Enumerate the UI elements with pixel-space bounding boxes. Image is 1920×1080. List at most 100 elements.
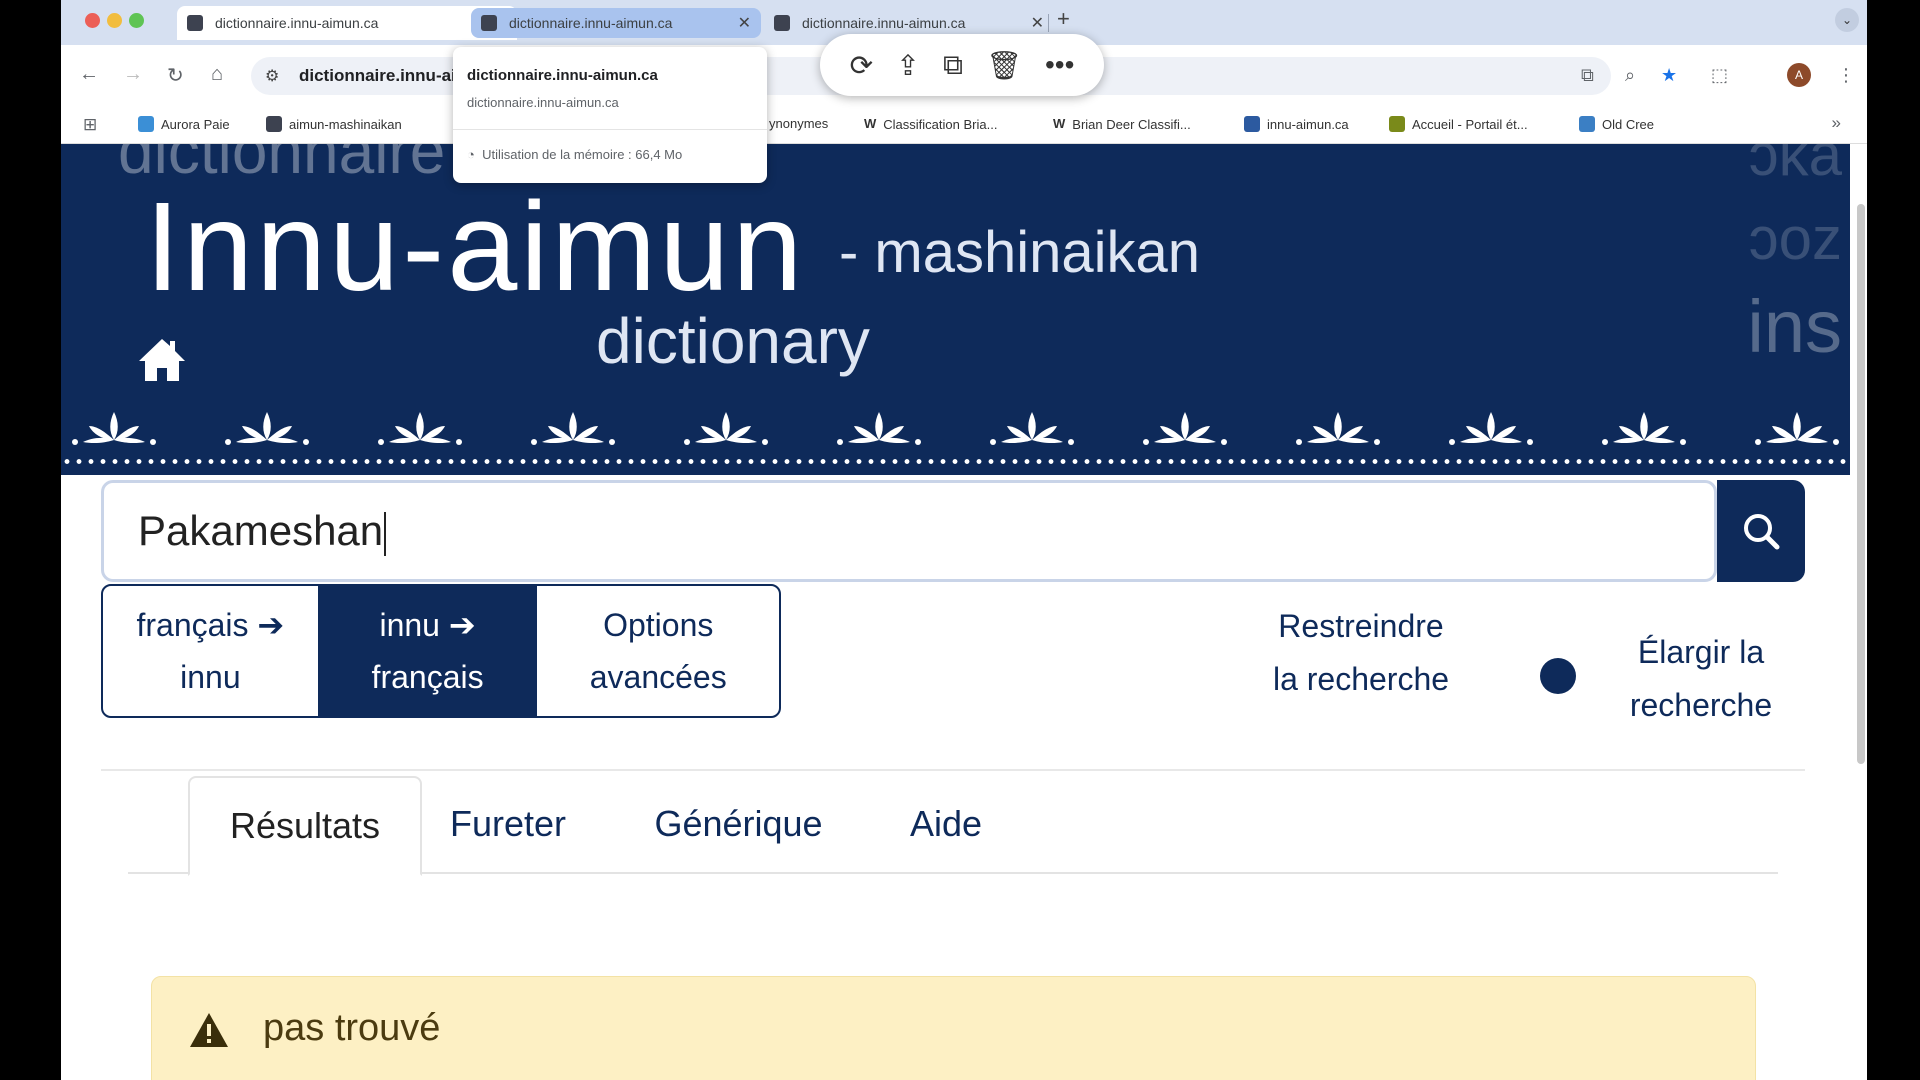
profile-avatar[interactable]: A (1787, 63, 1811, 87)
search-input[interactable]: Pakameshan (101, 480, 1717, 582)
text-caret (384, 511, 387, 556)
bookmark-item[interactable]: Accueil - Portail ét... (1389, 116, 1528, 132)
tab-fureter[interactable]: Fureter (438, 776, 578, 872)
home-icon[interactable]: ⌂ (211, 63, 223, 86)
advanced-options-button[interactable]: Options avancées (535, 586, 779, 716)
menu-kebab-icon[interactable]: ⋮ (1837, 65, 1855, 86)
bookmark-label: ynonymes (769, 116, 829, 131)
bookmark-item[interactable]: W Brian Deer Classifi... (1053, 116, 1191, 132)
zoom-window-button[interactable] (129, 13, 144, 28)
flower-motif-icon (684, 412, 768, 445)
hover-card-url: dictionnaire.innu-aimun.ca (467, 95, 619, 110)
trash-icon[interactable]: 🗑 (986, 49, 1022, 82)
bookmark-label: Old Cree (1602, 116, 1655, 132)
broaden-search-label[interactable]: Élargir la recherche (1601, 626, 1801, 732)
alert-message: pas trouvé (263, 1007, 441, 1049)
flower-motif-icon (1296, 412, 1380, 445)
extensions-icon[interactable]: ⬚ (1711, 65, 1728, 86)
mode-label: Options avancées (589, 607, 727, 695)
site-dictionary-word: dictionary (596, 305, 870, 377)
new-tab-button[interactable]: + (1057, 6, 1070, 32)
search-button[interactable] (1717, 480, 1805, 582)
mode-label: innu ➔ français (371, 607, 484, 695)
mode-innu-to-fr-button[interactable]: innu ➔ français (319, 586, 536, 716)
flower-motif-icon (225, 412, 309, 445)
close-tab-icon[interactable]: ✕ (738, 13, 751, 33)
more-bookmarks-icon[interactable]: » (1832, 113, 1841, 133)
flower-motif-icon (1449, 412, 1533, 445)
more-dots-icon[interactable]: ••• (1045, 49, 1074, 81)
bookmark-favicon-icon (1244, 116, 1260, 132)
tab-title: dictionnaire.innu-aimun.ca (802, 15, 966, 31)
home-icon[interactable] (137, 337, 187, 383)
mode-label: français ➔ innu (136, 607, 285, 695)
forward-arrow-icon[interactable]: → (123, 63, 143, 86)
warning-icon (190, 1013, 228, 1047)
browser-tab-2[interactable]: dictionnaire.innu-aimun.ca ✕ (471, 8, 761, 38)
not-found-alert: pas trouvé (151, 976, 1756, 1080)
bookmark-item[interactable]: Old Cree (1579, 116, 1654, 132)
header-ghost-text-right: ɔoz (1748, 205, 1842, 272)
header-ghost-text-right: ɔka (1748, 144, 1842, 188)
bookmark-label: Brian Deer Classifi... (1072, 116, 1191, 132)
reload-icon[interactable]: ↻ (167, 63, 184, 88)
flower-motif-icon (378, 412, 462, 445)
minimize-window-button[interactable] (107, 13, 122, 28)
flower-motif-icon (72, 412, 156, 445)
bookmark-item[interactable]: innu-aimun.ca (1244, 116, 1349, 132)
site-favicon-icon (481, 15, 497, 31)
results-tabs: Résultats Fureter Générique Aide (128, 776, 1778, 876)
close-tab-icon[interactable]: ✕ (1031, 13, 1044, 33)
tab-title: dictionnaire.innu-aimun.ca (509, 15, 673, 31)
beaded-border (61, 457, 1850, 466)
bookmarks-bar: ⊞ Aurora Paie aimun-mashinaikan ynonymes… (61, 105, 1867, 144)
flower-motif-icon (837, 412, 921, 445)
cast-icon[interactable]: ⧉ (1581, 65, 1594, 86)
browser-window: dictionnaire.innu-aimun.ca ✕ dictionnair… (61, 0, 1867, 1080)
close-window-button[interactable] (85, 13, 100, 28)
bookmark-label: Accueil - Portail ét... (1412, 116, 1528, 132)
site-subtitle: - mashinaikan (839, 220, 1201, 285)
duplicate-icon[interactable]: ⧉ (943, 49, 963, 82)
tab-generique[interactable]: Générique (646, 776, 831, 872)
back-arrow-icon[interactable]: ← (79, 63, 99, 86)
memory-usage-text: Utilisation de la mémoire : 66,4 Mo (482, 147, 683, 162)
page-scrollbar[interactable] (1857, 204, 1865, 764)
hover-card-memory: ◔ Utilisation de la mémoire : 66,4 Mo (467, 147, 682, 162)
share-icon[interactable]: ⇪ (896, 49, 919, 82)
site-title: Innu-aimun (145, 176, 806, 317)
header-ghost-text-right: ins (1747, 285, 1842, 368)
bookmark-star-icon[interactable]: ★ (1661, 65, 1677, 86)
bookmark-favicon-icon (1389, 116, 1405, 132)
zoom-icon[interactable]: ⌕ (1625, 65, 1635, 86)
bookmark-favicon-icon (266, 116, 282, 132)
tab-separator (1048, 14, 1049, 32)
address-url: dictionnaire.innu-ai (299, 66, 456, 85)
wikipedia-icon: W (1053, 116, 1066, 131)
search-input-value: Pakameshan (138, 507, 384, 554)
browser-tab-1[interactable]: dictionnaire.innu-aimun.ca ✕ (177, 6, 517, 40)
refresh-comment-icon[interactable]: ⟳ (850, 49, 873, 82)
restrict-search-label[interactable]: Restreindre la recherche (1271, 600, 1451, 706)
site-settings-icon[interactable]: ⚙ (265, 66, 279, 86)
tab-resultats[interactable]: Résultats (188, 776, 422, 876)
bookmark-label: aimun-mashinaikan (289, 116, 402, 132)
bookmark-favicon-icon (1579, 116, 1595, 132)
flower-motif-icon (1143, 412, 1227, 445)
tab-search-chevron-icon[interactable]: ⌄ (1835, 8, 1859, 32)
tab-aide[interactable]: Aide (901, 776, 991, 872)
flower-motif-icon (990, 412, 1074, 445)
flower-motif-icon (1602, 412, 1686, 445)
site-favicon-icon (774, 15, 790, 31)
site-header-banner: dictionnaire ɔka ɔoz ins Innu-aimun - ma… (61, 144, 1850, 475)
tab-title: dictionnaire.innu-aimun.ca (215, 15, 379, 31)
bookmark-item[interactable]: ynonymes (769, 116, 828, 131)
bookmark-item[interactable]: W Classification Bria... (864, 116, 997, 132)
search-scope-toggle[interactable] (1540, 658, 1576, 694)
bookmark-item[interactable]: Aurora Paie (138, 116, 230, 132)
search-icon (1744, 514, 1780, 550)
hover-card-title: dictionnaire.innu-aimun.ca (467, 67, 658, 84)
bookmark-item[interactable]: aimun-mashinaikan (266, 116, 402, 132)
apps-grid-icon[interactable]: ⊞ (83, 115, 97, 135)
mode-fr-to-innu-button[interactable]: français ➔ innu (103, 586, 320, 716)
